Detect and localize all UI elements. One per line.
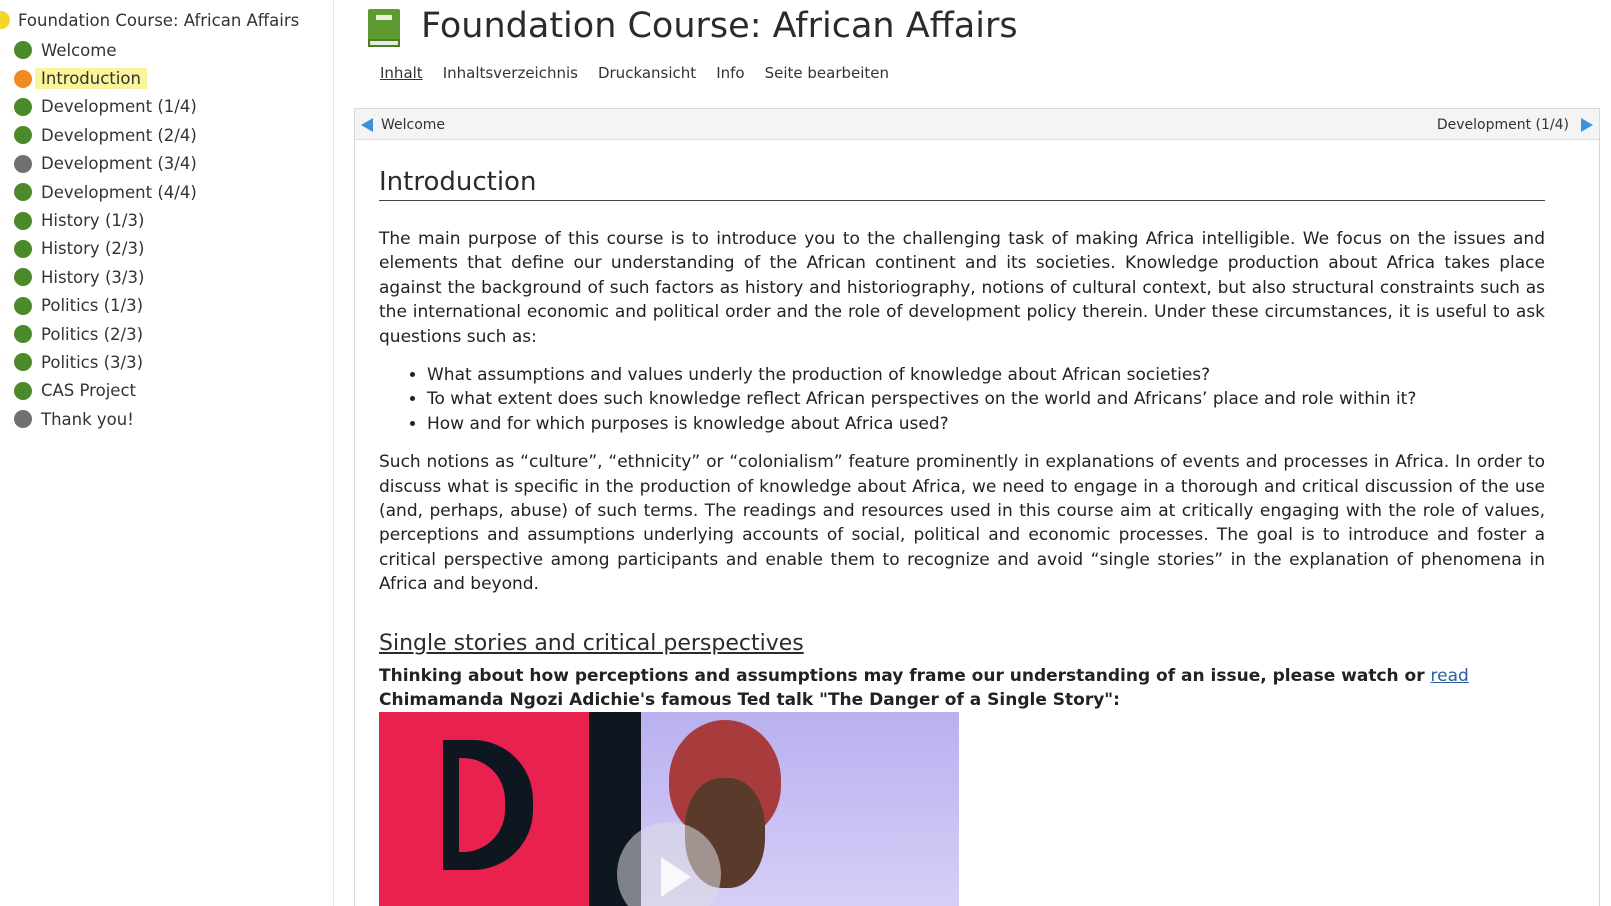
status-dot-icon	[14, 353, 32, 372]
previous-page-label: Welcome	[381, 116, 446, 133]
sidebar: Foundation Course: African Affairs Welco…	[0, 0, 334, 906]
status-dot-icon	[14, 41, 32, 60]
sidebar-item-development-2-4[interactable]: Development (2/4)	[14, 121, 203, 149]
status-dot-icon	[14, 211, 32, 230]
tab-druckansicht[interactable]: Druckansicht	[598, 64, 696, 82]
root-status-icon	[0, 11, 10, 29]
article-heading: Introduction	[379, 167, 1545, 201]
sidebar-item-label: History (2/3)	[41, 239, 145, 259]
status-dot-icon	[14, 325, 32, 344]
question-list-item: To what extent does such knowledge refle…	[427, 387, 1545, 411]
sidebar-item-development-3-4[interactable]: Development (3/4)	[14, 150, 203, 178]
question-list-item: What assumptions and values underly the …	[427, 363, 1545, 387]
sidebar-item-label: Thank you!	[41, 409, 134, 429]
sidebar-item-label: Development (2/4)	[41, 125, 197, 145]
sidebar-list: Welcome Introduction Development (1/4) Deve…	[14, 36, 203, 433]
sidebar-item-politics-2-3[interactable]: Politics (2/3)	[14, 320, 203, 348]
question-list-item: How and for which purposes is knowledge …	[427, 412, 1545, 436]
read-link[interactable]: read	[1431, 666, 1469, 686]
sidebar-item-label: Politics (1/3)	[41, 296, 144, 316]
sidebar-item-label: History (1/3)	[41, 211, 145, 231]
tab-inhalt[interactable]: Inhalt	[380, 64, 423, 82]
sidebar-item-label: History (3/3)	[41, 267, 145, 287]
watch-prompt-text-2: Chimamanda Ngozi Adichie's famous Ted ta…	[379, 690, 1120, 711]
status-dot-icon	[14, 296, 32, 315]
sidebar-item-label: Development (4/4)	[41, 182, 197, 202]
sidebar-item-thank-you[interactable]: Thank you!	[14, 405, 203, 433]
sidebar-item-development-4-4[interactable]: Development (4/4)	[14, 178, 203, 206]
sidebar-item-history-3-3[interactable]: History (3/3)	[14, 263, 203, 291]
sidebar-item-politics-3-3[interactable]: Politics (3/3)	[14, 348, 203, 376]
status-dot-icon	[14, 69, 32, 88]
article: Introduction The main purpose of this co…	[379, 167, 1545, 713]
sidebar-item-history-2-3[interactable]: History (2/3)	[14, 235, 203, 263]
watch-prompt: Thinking about how perceptions and assum…	[379, 664, 1545, 713]
section-subheading: Single stories and critical perspectives	[379, 630, 804, 656]
sidebar-item-label: Development (1/4)	[41, 97, 197, 117]
next-page-label: Development (1/4)	[1436, 116, 1569, 133]
main-content: Foundation Course: African Affairs Inhal…	[354, 0, 1606, 906]
watch-prompt-text: Thinking about how perceptions and assum…	[379, 665, 1431, 686]
status-dot-icon	[14, 268, 32, 287]
video-player[interactable]	[379, 712, 959, 906]
status-dot-icon	[14, 410, 32, 429]
play-triangle-icon	[661, 857, 691, 897]
question-list: What assumptions and values underly the …	[427, 363, 1545, 436]
sidebar-item-label: Politics (2/3)	[41, 324, 144, 344]
page-title: Foundation Course: African Affairs	[421, 6, 1018, 46]
sidebar-item-introduction[interactable]: Introduction	[14, 64, 203, 92]
sidebar-root-label: Foundation Course: African Affairs	[18, 10, 300, 30]
tab-bar: Inhalt Inhaltsverzeichnis Druckansicht Info…	[380, 64, 909, 82]
status-dot-icon	[14, 239, 32, 258]
status-dot-icon	[14, 154, 32, 173]
status-dot-icon	[14, 183, 32, 202]
tab-seite-bearbeiten[interactable]: Seite bearbeiten	[765, 64, 889, 82]
sidebar-item-label: CAS Project	[41, 381, 136, 401]
book-icon	[368, 9, 400, 47]
next-page-link[interactable]: Development (1/4)	[1437, 109, 1593, 140]
sidebar-item-label: Politics (3/3)	[41, 352, 144, 372]
content-panel: Welcome Development (1/4) Introduction T…	[354, 108, 1600, 906]
tab-inhaltsverzeichnis[interactable]: Inhaltsverzeichnis	[443, 64, 578, 82]
sidebar-item-label: Development (3/4)	[41, 154, 197, 174]
status-dot-icon	[14, 381, 32, 400]
previous-page-link[interactable]: Welcome	[361, 109, 445, 140]
status-dot-icon	[14, 97, 32, 116]
intro-paragraph: The main purpose of this course is to in…	[379, 229, 1545, 347]
tab-info[interactable]: Info	[716, 64, 744, 82]
sidebar-item-cas-project[interactable]: CAS Project	[14, 377, 203, 405]
arrow-right-icon	[1581, 117, 1593, 132]
status-dot-icon	[14, 126, 32, 145]
sidebar-item-label: Introduction	[35, 68, 147, 90]
page-navigation-bar: Welcome Development (1/4)	[355, 109, 1599, 140]
second-paragraph: Such notions as “culture”, “ethnicity” o…	[379, 452, 1545, 595]
arrow-left-icon	[361, 117, 373, 132]
sidebar-item-politics-1-3[interactable]: Politics (1/3)	[14, 292, 203, 320]
sidebar-item-development-1-4[interactable]: Development (1/4)	[14, 93, 203, 121]
sidebar-item-history-1-3[interactable]: History (1/3)	[14, 206, 203, 234]
sidebar-item-welcome[interactable]: Welcome	[14, 36, 203, 64]
sidebar-item-label: Welcome	[41, 40, 117, 60]
sidebar-root-item[interactable]: Foundation Course: African Affairs	[0, 8, 299, 32]
